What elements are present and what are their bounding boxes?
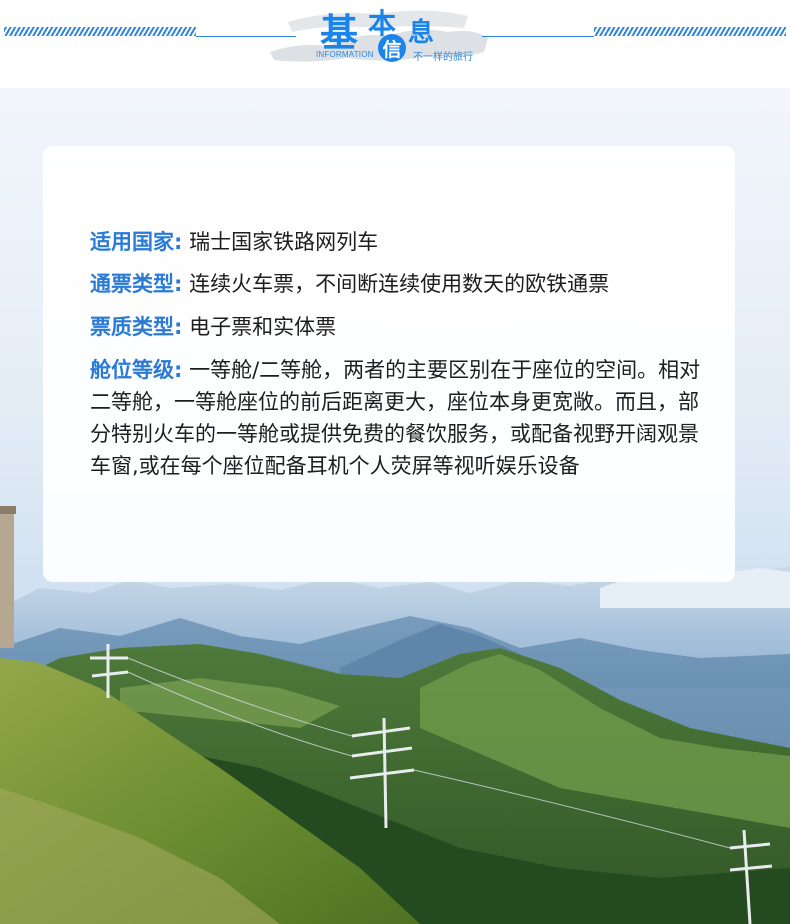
info-row-pass-type: 通票类型: 连续火车票，不间断连续使用数天的欧铁通票: [90, 268, 702, 300]
country-label: 适用国家:: [90, 230, 183, 254]
info-row-ticket-type: 票质类型: 电子票和实体票: [90, 311, 702, 343]
header-stripe-left: [4, 27, 196, 36]
header-line-right: [482, 36, 594, 37]
country-value: 瑞士国家铁路网列车: [182, 230, 379, 254]
section-header: 基 本 信 息 INFORMATION 不一样的旅行: [0, 0, 790, 88]
header-slogan: 不一样的旅行: [413, 52, 473, 63]
pass-type-label: 通票类型:: [90, 272, 183, 296]
pass-type-value: 连续火车票，不间断连续使用数天的欧铁通票: [182, 272, 610, 296]
ticket-type-value: 电子票和实体票: [182, 315, 337, 339]
title-char-xi: 息: [408, 18, 435, 48]
title-char-ji: 基: [320, 11, 359, 55]
header-subtitle-en: INFORMATION: [316, 50, 374, 59]
info-row-class: 舱位等级: 一等舱/二等舱，两者的主要区别在于座位的空间。相对二等舱，一等舱座位…: [90, 354, 702, 482]
title-char-xin-badge: 信: [378, 34, 406, 62]
header-stripe-right: [594, 27, 786, 36]
class-value: 一等舱/二等舱，两者的主要区别在于座位的空间。相对二等舱，一等舱座位的前后距离更…: [90, 358, 701, 478]
info-row-country: 适用国家: 瑞士国家铁路网列车: [90, 226, 702, 258]
class-label: 舱位等级:: [90, 358, 183, 382]
basic-info-card: 适用国家: 瑞士国家铁路网列车 通票类型: 连续火车票，不间断连续使用数天的欧铁…: [43, 146, 735, 582]
ticket-type-label: 票质类型:: [90, 315, 183, 339]
